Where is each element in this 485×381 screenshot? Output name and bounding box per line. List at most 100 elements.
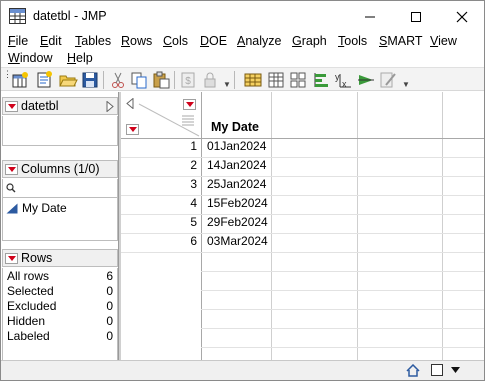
menu-view[interactable]: View (430, 33, 457, 49)
gridline-vertical (357, 92, 358, 360)
table-name: datetbl (21, 99, 59, 113)
maximize-button[interactable] (393, 1, 439, 32)
menu-file[interactable]: File (8, 33, 28, 49)
data-table-view-icon[interactable] (243, 70, 263, 90)
table-scripts-box (2, 116, 118, 146)
date-cell[interactable]: 01Jan2024 (207, 139, 266, 153)
rows-panel-title: Rows (21, 251, 53, 265)
data-table-icon (9, 8, 26, 24)
excluded-label: Excluded (7, 299, 57, 313)
search-icon (6, 183, 16, 193)
menu-smart[interactable]: SMART (379, 33, 423, 49)
scripting-icon[interactable] (378, 70, 398, 90)
date-cell[interactable]: 29Feb2024 (207, 215, 268, 229)
home-icon[interactable] (406, 364, 420, 377)
menu-window[interactable]: Window (8, 50, 52, 66)
close-button[interactable] (439, 1, 484, 32)
menu-edit[interactable]: Edit (40, 33, 62, 49)
window-list-icon[interactable] (431, 364, 443, 376)
gridline-vertical (442, 92, 443, 360)
paste-icon[interactable] (151, 70, 171, 90)
rows-panel-header[interactable]: Rows (2, 249, 118, 267)
fit-model-icon[interactable] (356, 70, 376, 90)
gridline-vertical (201, 92, 202, 360)
menu-graph[interactable]: Graph (292, 33, 327, 49)
columns-list-box: My Date (2, 179, 118, 241)
expand-right-icon[interactable] (106, 101, 114, 112)
chevron-down-icon[interactable] (451, 367, 460, 374)
menu-help[interactable]: Help (67, 50, 93, 66)
continuous-column-icon (6, 203, 18, 214)
toolbar-overflow-icon[interactable]: ▼ (223, 80, 231, 89)
row-label-lines-icon (182, 115, 194, 126)
toolbar: ⋮ $ ▼ y x ▼ (1, 67, 484, 91)
date-cell[interactable]: 03Mar2024 (207, 234, 268, 248)
grid-corner (121, 92, 201, 138)
column-search-input[interactable] (19, 181, 113, 195)
new-script-icon[interactable] (34, 70, 54, 90)
new-data-table-icon[interactable] (10, 70, 30, 90)
cut-icon[interactable] (108, 70, 128, 90)
lock-icon[interactable] (200, 70, 220, 90)
column-header-red-triangle-icon[interactable] (183, 99, 196, 110)
grid-icon[interactable] (288, 70, 308, 90)
minimize-button[interactable] (347, 1, 393, 32)
row-divider (201, 347, 484, 348)
column-header-my-date[interactable]: My Date (211, 120, 259, 134)
column-list-item[interactable]: My Date (3, 200, 117, 218)
row-number[interactable]: 3 (121, 177, 197, 191)
menu-tools[interactable]: Tools (338, 33, 367, 49)
svg-text:y: y (335, 72, 340, 82)
save-icon[interactable] (80, 70, 100, 90)
row-divider (201, 328, 484, 329)
copy-icon[interactable] (129, 70, 149, 90)
row-number[interactable]: 6 (121, 234, 197, 248)
column-name: My Date (22, 201, 67, 215)
toolbar-separator (234, 71, 235, 89)
tabulate-icon[interactable] (266, 70, 286, 90)
gridline-vertical (271, 92, 272, 360)
close-icon (456, 11, 468, 23)
jmp-window: datetbl - JMP File Edit Tables Rows Cols… (0, 0, 485, 381)
hidden-label: Hidden (7, 314, 46, 328)
title-bar[interactable]: datetbl - JMP (1, 1, 484, 32)
columns-menu-red-triangle-icon[interactable] (5, 164, 18, 175)
all-rows-value: 6 (106, 269, 113, 283)
toolbar-overflow-icon-2[interactable]: ▼ (402, 80, 410, 89)
table-menu-red-triangle-icon[interactable] (5, 101, 18, 112)
date-cell[interactable]: 25Jan2024 (207, 177, 266, 191)
date-cell[interactable]: 15Feb2024 (207, 196, 268, 210)
menu-doe[interactable]: DOE (200, 33, 227, 49)
row-number[interactable]: 2 (121, 158, 197, 172)
menu-cols[interactable]: Cols (163, 33, 188, 49)
row-number[interactable]: 5 (121, 215, 197, 229)
row-divider (201, 290, 484, 291)
columns-panel-header[interactable]: Columns (1/0) (2, 160, 118, 178)
window-title: datetbl - JMP (33, 9, 107, 23)
open-folder-icon[interactable] (58, 70, 78, 90)
row-number[interactable]: 4 (121, 196, 197, 210)
row-divider (201, 309, 484, 310)
status-bar (1, 360, 484, 380)
distribution-icon[interactable] (311, 70, 331, 90)
selected-value: 0 (106, 284, 113, 298)
date-cell[interactable]: 14Jan2024 (207, 158, 266, 172)
menu-tables[interactable]: Tables (75, 33, 111, 49)
row-divider (201, 271, 484, 272)
fit-y-by-x-icon[interactable]: y x (333, 70, 353, 90)
hidden-value: 0 (106, 314, 113, 328)
journal-icon[interactable]: $ (178, 70, 198, 90)
row-divider (121, 252, 484, 253)
selected-label: Selected (7, 284, 54, 298)
toolbar-separator (103, 71, 104, 89)
data-table-content: datetbl Columns (1/0) My Date Rows All r… (1, 92, 484, 360)
row-number[interactable]: 1 (121, 139, 197, 153)
rows-menu-red-triangle-icon[interactable] (5, 253, 18, 264)
minimize-icon (365, 16, 375, 18)
column-search-field[interactable] (3, 179, 117, 198)
rows-red-triangle-icon[interactable] (126, 124, 139, 135)
collapse-left-icon[interactable] (126, 98, 134, 109)
table-panel-header[interactable]: datetbl (2, 97, 118, 115)
menu-rows[interactable]: Rows (121, 33, 152, 49)
menu-analyze[interactable]: Analyze (237, 33, 281, 49)
